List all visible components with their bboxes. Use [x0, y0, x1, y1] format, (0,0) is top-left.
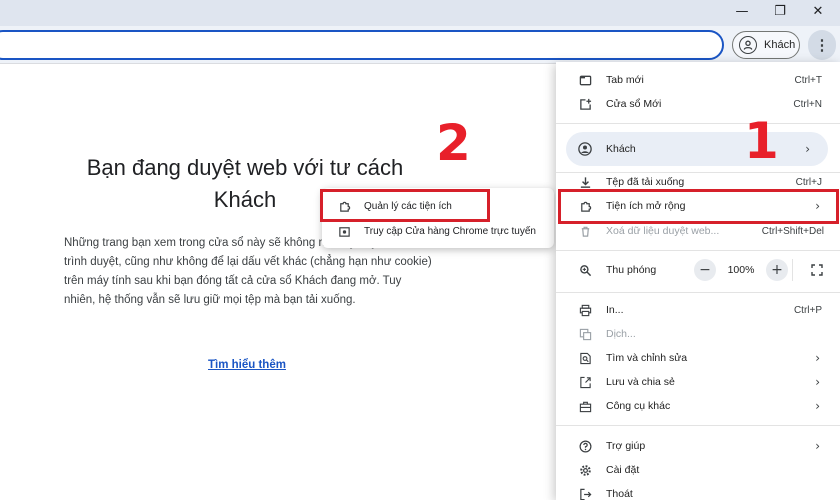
translate-label: Dịch... — [606, 328, 636, 340]
step-number-1: 1 — [744, 112, 779, 170]
menu-item-settings[interactable]: Cài đặt — [556, 458, 840, 482]
download-icon — [578, 175, 592, 189]
zoom-in-button[interactable]: + — [766, 259, 788, 281]
account-circle-icon — [578, 142, 592, 156]
menu-divider — [556, 292, 840, 293]
close-window-button[interactable]: ✕ — [800, 0, 836, 22]
chevron-right-icon: › — [815, 439, 820, 453]
learn-more-link[interactable]: Tìm hiểu thêm — [208, 359, 286, 371]
chevron-right-icon: › — [815, 351, 820, 365]
toolbox-icon — [578, 399, 592, 413]
gear-icon — [578, 463, 592, 477]
address-bar[interactable] — [0, 30, 724, 60]
printer-icon — [578, 303, 592, 317]
highlight-extensions-menu-item — [558, 189, 839, 224]
menu-divider — [556, 250, 840, 251]
menu-item-new-window[interactable]: Cửa sổ Mới Ctrl+N — [556, 92, 840, 116]
fullscreen-icon[interactable] — [806, 258, 828, 282]
menu-divider — [556, 123, 840, 124]
new-tab-icon — [578, 73, 592, 87]
chevron-right-icon: › — [805, 142, 810, 156]
chevron-right-icon: › — [815, 375, 820, 389]
step-number-2: 2 — [436, 114, 471, 172]
minimize-button[interactable]: — — [724, 0, 760, 22]
help-label: Trợ giúp — [606, 440, 646, 452]
chrome-web-store-label: Truy cập Cửa hàng Chrome trực tuyến — [364, 225, 536, 237]
browser-window: — ❐ ✕ Khách ⋮ Bạn đang duyệt web với tư … — [0, 0, 840, 500]
new-window-shortcut: Ctrl+N — [793, 98, 822, 110]
guest-profile-button[interactable]: Khách — [732, 31, 800, 59]
print-shortcut: Ctrl+P — [793, 304, 822, 316]
find-page-icon — [578, 351, 592, 365]
downloads-shortcut: Ctrl+J — [795, 176, 822, 188]
menu-item-print[interactable]: In... Ctrl+P — [556, 298, 840, 322]
person-icon — [739, 36, 757, 54]
menu-item-translate[interactable]: Dịch... — [556, 322, 840, 346]
zoom-icon — [578, 263, 592, 277]
title-bar: — ❐ ✕ — [0, 0, 840, 26]
menu-item-zoom: Thu phóng − 100% + — [556, 258, 840, 282]
menu-item-new-tab[interactable]: Tab mới Ctrl+T — [556, 68, 840, 92]
menu-item-profile[interactable]: Khách › — [556, 137, 840, 161]
chrome-menu-button[interactable]: ⋮ — [808, 30, 836, 60]
exit-label: Thoát — [606, 488, 633, 500]
clear-data-shortcut: Ctrl+Shift+Del — [761, 225, 824, 237]
settings-label: Cài đặt — [606, 464, 640, 476]
restore-button[interactable]: ❐ — [762, 0, 798, 22]
exit-icon — [578, 487, 592, 500]
help-icon — [578, 439, 592, 453]
zoom-label: Thu phóng — [606, 264, 657, 276]
chrome-web-store-item[interactable]: Truy cập Cửa hàng Chrome trực tuyến — [322, 219, 554, 243]
save-share-label: Lưu và chia sẻ — [606, 376, 675, 388]
trash-icon — [578, 224, 592, 238]
find-edit-label: Tìm và chỉnh sửa — [606, 352, 688, 364]
save-share-icon — [578, 375, 592, 389]
menu-item-find-edit[interactable]: Tìm và chỉnh sửa › — [556, 346, 840, 370]
downloads-label: Tệp đã tải xuống — [606, 176, 685, 188]
guest-label: Khách — [764, 39, 796, 51]
chevron-right-icon: › — [815, 399, 820, 413]
menu-item-save-share[interactable]: Lưu và chia sẻ › — [556, 370, 840, 394]
new-window-label: Cửa sổ Mới — [606, 98, 662, 110]
clear-data-label: Xoá dữ liệu duyệt web... — [606, 225, 720, 237]
guest-page: Bạn đang duyệt web với tư cách Khách Nhữ… — [0, 64, 556, 500]
translate-icon — [578, 327, 592, 341]
print-label: In... — [606, 304, 624, 316]
new-window-icon — [578, 97, 592, 111]
zoom-divider — [792, 259, 793, 281]
store-icon — [338, 225, 352, 238]
zoom-out-button[interactable]: − — [694, 259, 716, 281]
menu-divider — [556, 425, 840, 426]
profile-label: Khách — [606, 143, 636, 155]
menu-item-exit[interactable]: Thoát — [556, 482, 840, 500]
highlight-manage-extensions-item — [320, 189, 490, 222]
new-tab-shortcut: Ctrl+T — [794, 74, 823, 86]
browser-toolbar: Khách ⋮ — [0, 26, 840, 64]
menu-item-help[interactable]: Trợ giúp › — [556, 434, 840, 458]
menu-item-more-tools[interactable]: Công cụ khác › — [556, 394, 840, 418]
more-tools-label: Công cụ khác — [606, 400, 671, 412]
zoom-value: 100% — [727, 264, 755, 276]
zoom-controls: − 100% + — [694, 258, 788, 282]
new-tab-label: Tab mới — [606, 74, 644, 86]
chrome-main-menu: Tab mới Ctrl+T Cửa sổ Mới Ctrl+N Khách ›… — [556, 62, 840, 500]
